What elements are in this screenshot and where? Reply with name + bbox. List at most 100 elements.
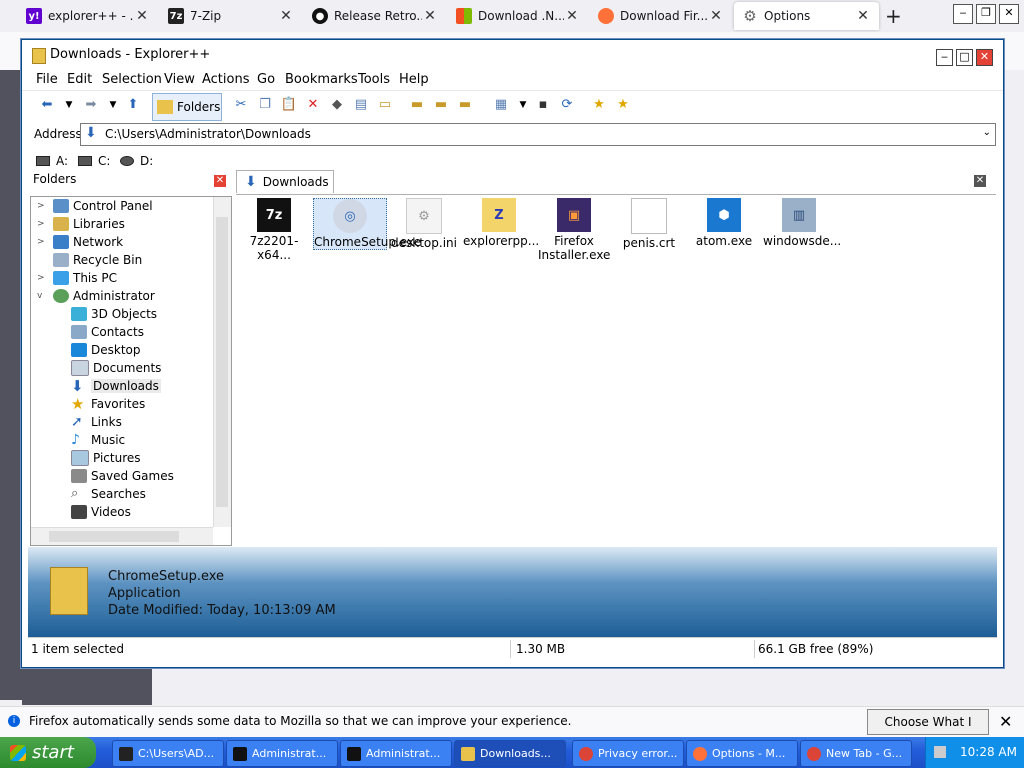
menu-help[interactable]: Help (399, 72, 429, 87)
bookmark-add-icon[interactable]: ★ (590, 96, 608, 114)
file-item-selected[interactable]: ◎ ChromeSetup.exe (313, 198, 421, 250)
tree-vertical-scrollbar[interactable] (213, 197, 231, 527)
close-icon[interactable]: ✕ (999, 712, 1012, 731)
folders-button[interactable]: Folders (152, 93, 222, 121)
forward-arrow-icon[interactable]: ➡ (82, 96, 100, 114)
close-icon[interactable]: ✕ (278, 8, 294, 24)
menu-tools[interactable]: Tools (358, 72, 390, 87)
tree-item-searches[interactable]: ⌕ Searches (71, 485, 146, 503)
expand-icon[interactable]: > (37, 201, 47, 211)
browser-tab-github[interactable]: ● Release Retro... ✕ (304, 2, 446, 30)
tree-item-this-pc[interactable]: > This PC (37, 269, 117, 287)
refresh-icon[interactable]: ⟳ (558, 96, 576, 114)
menu-selection[interactable]: Selection (102, 72, 162, 87)
drive-d[interactable]: D: (120, 154, 153, 168)
chevron-down-icon[interactable]: ▼ (514, 96, 532, 114)
restore-button[interactable]: ❐ (976, 4, 996, 24)
close-icon[interactable]: ✕ (422, 8, 438, 24)
delete-icon[interactable]: ✕ (304, 96, 322, 114)
expand-icon[interactable]: > (37, 219, 47, 229)
taskbar-item-chrome-privacy[interactable]: Privacy error... (572, 740, 684, 767)
tree-item-3d-objects[interactable]: 3D Objects (71, 305, 157, 323)
tree-item-libraries[interactable]: > Libraries (37, 215, 125, 233)
choose-what-i-share-button[interactable]: Choose What I Share (867, 709, 989, 753)
tree-item-network[interactable]: > Network (37, 233, 123, 251)
file-item[interactable]: ⚙ desktop.ini (388, 198, 460, 250)
drive-a[interactable]: A: (36, 154, 68, 168)
tree-item-favorites[interactable]: ★ Favorites (71, 395, 145, 413)
taskbar-item-cmd-2[interactable]: Administrat... (340, 740, 452, 767)
start-button[interactable]: start (0, 737, 96, 768)
scroll-thumb[interactable] (216, 217, 228, 507)
menu-edit[interactable]: Edit (67, 72, 92, 87)
file-item[interactable]: Z explorerpp... (463, 198, 539, 248)
taskbar-item-downloads[interactable]: Downloads... (454, 740, 566, 767)
menu-view[interactable]: View (164, 72, 195, 87)
file-item[interactable]: 7z 7z2201-x64... (238, 198, 310, 262)
menu-file[interactable]: File (36, 72, 58, 87)
tree-item-recycle-bin[interactable]: Recycle Bin (37, 251, 142, 269)
properties-icon[interactable]: ▤ (352, 96, 370, 114)
tree-item-pictures[interactable]: Pictures (71, 449, 141, 467)
tree-item-administrator[interactable]: v Administrator (37, 287, 155, 305)
address-input[interactable]: ⬇ C:\Users\Administrator\Downloads ⌄ (80, 123, 996, 146)
expand-icon[interactable]: > (37, 237, 47, 247)
volume-icon[interactable] (934, 746, 946, 758)
browser-tab-firefox[interactable]: Download Fir... ✕ (590, 2, 732, 30)
expand-icon[interactable]: > (37, 273, 47, 283)
file-item[interactable]: penis.crt (613, 198, 685, 250)
close-icon[interactable]: ✕ (974, 175, 986, 187)
chevron-down-icon[interactable]: ▼ (60, 96, 78, 114)
menu-go[interactable]: Go (257, 72, 275, 87)
back-arrow-icon[interactable]: ⬅ (38, 96, 56, 114)
new-tab-plus-icon[interactable]: + (885, 4, 902, 28)
move-to-folder-icon[interactable]: ▭ (376, 96, 394, 114)
up-arrow-icon[interactable]: ⬆ (124, 96, 142, 114)
browser-tab-explorerpp[interactable]: y! explorer++ - ... ✕ (18, 2, 158, 30)
menu-bookmarks[interactable]: Bookmarks (285, 72, 358, 87)
browser-tab-dotnet[interactable]: Download .N... ✕ (448, 2, 588, 30)
minimize-button[interactable]: ‒ (953, 4, 973, 24)
taskbar-item-7zip[interactable]: C:\Users\AD... (112, 740, 224, 767)
tree-item-documents[interactable]: Documents (71, 359, 161, 377)
close-icon[interactable]: ✕ (855, 8, 871, 24)
collapse-icon[interactable]: v (37, 291, 47, 301)
file-item[interactable]: ▣ Firefox Installer.exe (538, 198, 610, 262)
maximize-button[interactable]: □ (956, 49, 973, 66)
file-item[interactable]: ⬢ atom.exe (688, 198, 760, 248)
close-icon[interactable]: ✕ (214, 175, 226, 187)
new-folder-icon[interactable]: ▬ (408, 96, 426, 114)
bookmarks-icon[interactable]: ★ (614, 96, 632, 114)
views-icon[interactable]: ▦ (492, 96, 510, 114)
erase-icon[interactable]: ◆ (328, 96, 346, 114)
chevron-down-icon[interactable]: ▼ (104, 96, 122, 114)
close-window-button[interactable]: ✕ (999, 4, 1019, 24)
drive-c[interactable]: C: (78, 154, 110, 168)
copy-icon[interactable]: ❐ (256, 96, 274, 114)
tree-item-desktop[interactable]: Desktop (71, 341, 141, 359)
tree-item-videos[interactable]: Videos (71, 503, 131, 521)
taskbar-item-chrome-newtab[interactable]: New Tab - G... (800, 740, 912, 767)
move-folder-icon[interactable]: ▬ (456, 96, 474, 114)
tree-item-saved-games[interactable]: Saved Games (71, 467, 174, 485)
taskbar-item-cmd-1[interactable]: Administrat... (226, 740, 338, 767)
tree-item-downloads[interactable]: ⬇ Downloads (71, 377, 161, 395)
tree-item-control-panel[interactable]: > Control Panel (37, 197, 153, 215)
browser-tab-options[interactable]: ⚙ Options ✕ (734, 2, 879, 30)
close-icon[interactable]: ✕ (134, 8, 150, 24)
file-item[interactable]: ▥ windowsde... (763, 198, 841, 248)
cut-icon[interactable]: ✂ (232, 96, 250, 114)
tree-item-music[interactable]: ♪ Music (71, 431, 125, 449)
scroll-thumb[interactable] (49, 531, 179, 542)
tree-item-links[interactable]: ➚ Links (71, 413, 122, 431)
tree-item-contacts[interactable]: Contacts (71, 323, 144, 341)
taskbar-item-firefox-options[interactable]: Options - M... (686, 740, 798, 767)
minimize-button[interactable]: ‒ (936, 49, 953, 66)
command-prompt-icon[interactable]: ▪ (534, 96, 552, 114)
paste-icon[interactable]: 📋 (280, 96, 298, 114)
close-icon[interactable]: ✕ (708, 8, 724, 24)
copy-to-folder-icon[interactable]: ▬ (432, 96, 450, 114)
chevron-down-icon[interactable]: ⌄ (983, 127, 991, 138)
tab-downloads[interactable]: ⬇ Downloads (236, 170, 334, 193)
menu-actions[interactable]: Actions (202, 72, 250, 87)
